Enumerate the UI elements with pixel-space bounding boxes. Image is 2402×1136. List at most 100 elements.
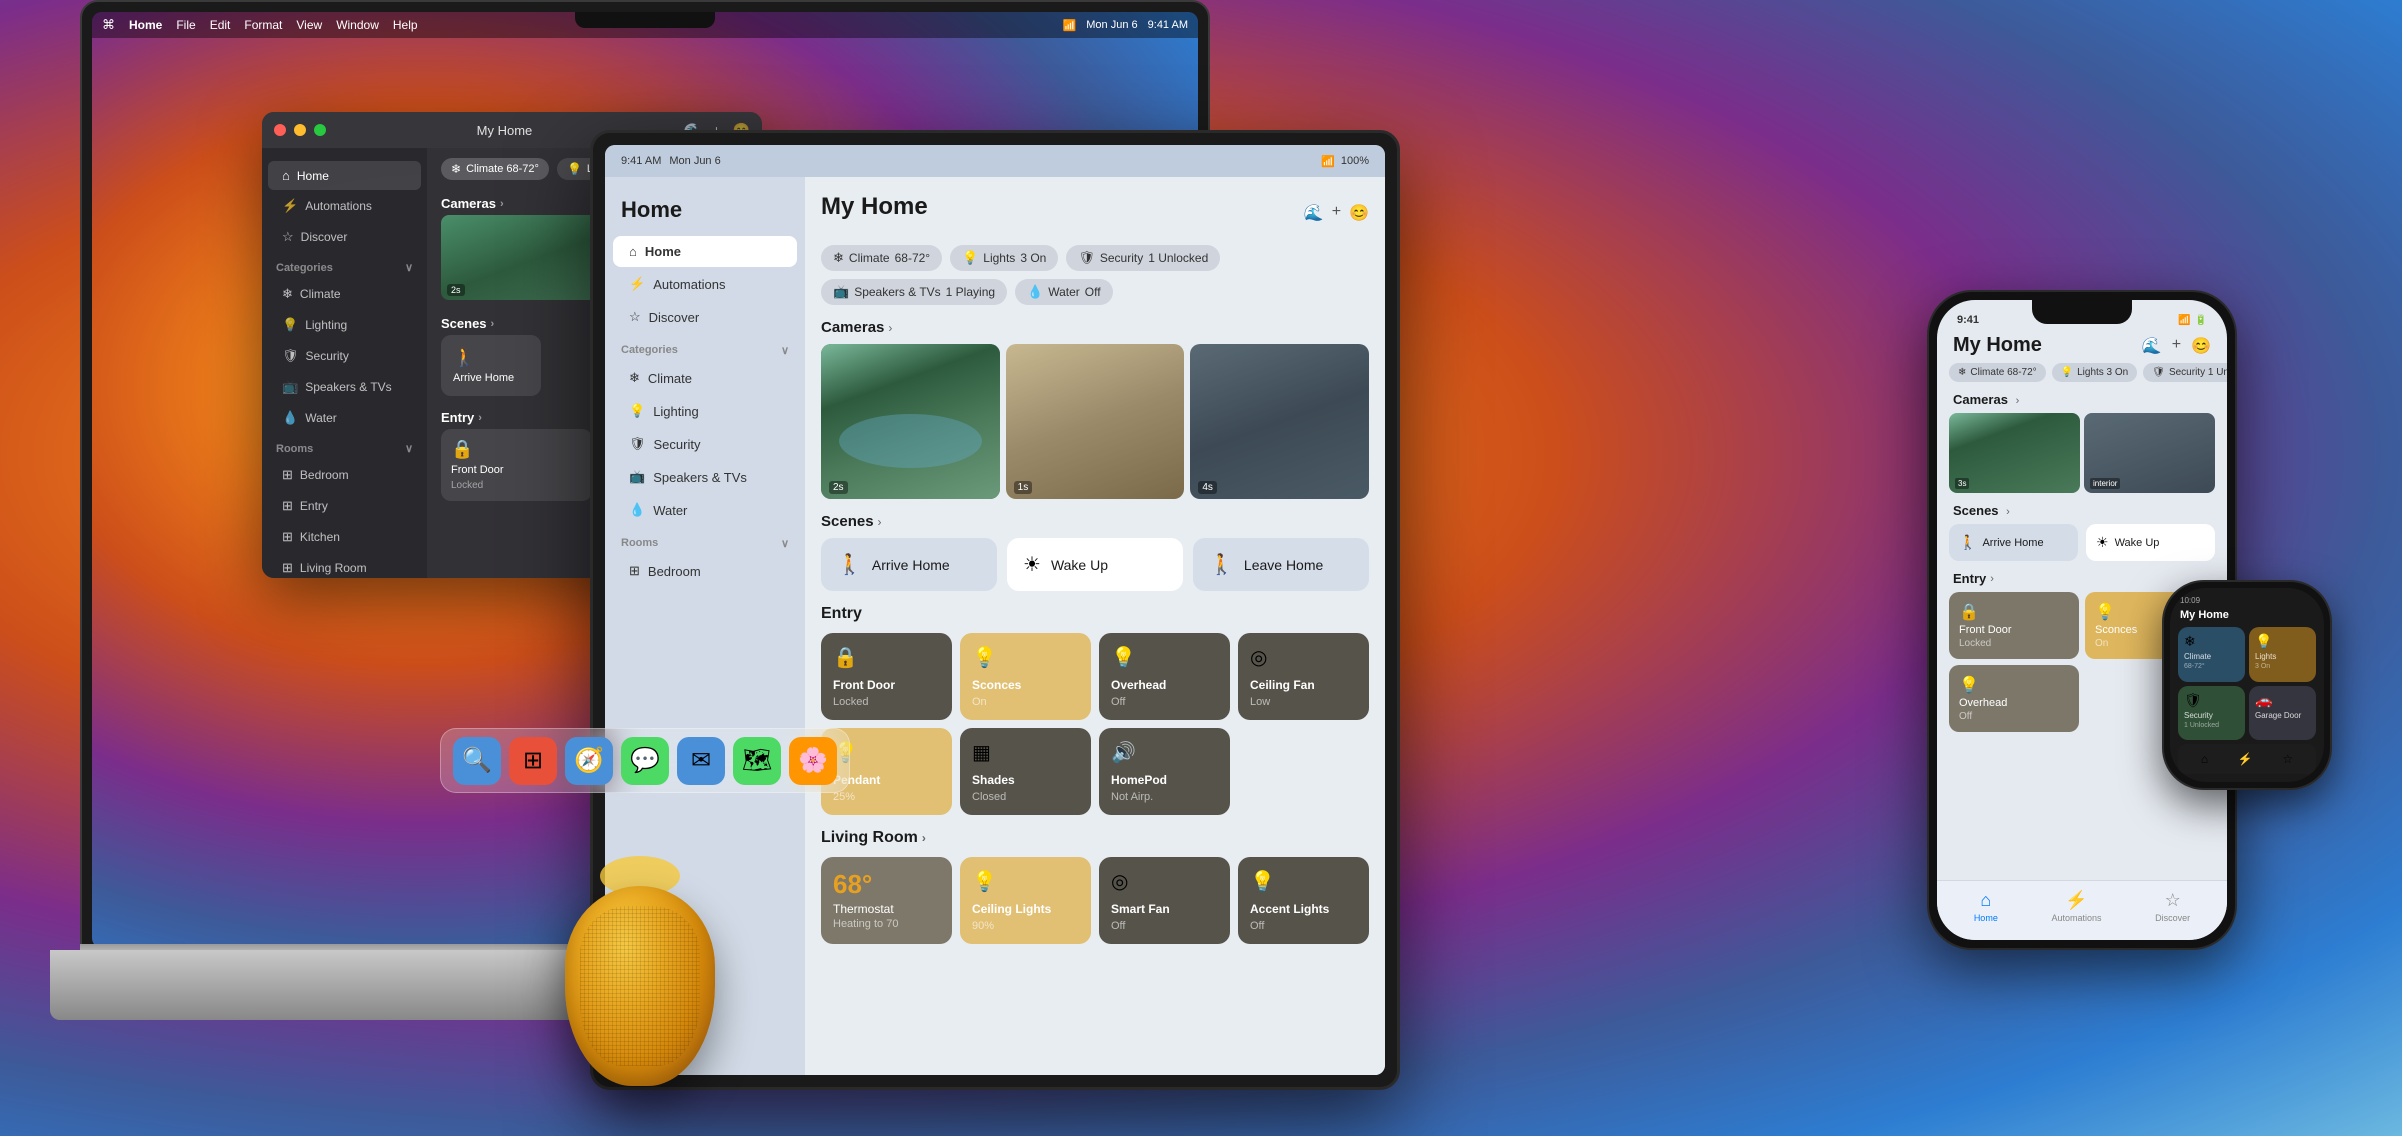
menubar-view[interactable]: View — [296, 18, 322, 32]
watch-lights-tile[interactable]: 💡 Lights 3 On — [2249, 627, 2316, 682]
sidebar-item-security[interactable]: 🛡 Security — [268, 341, 421, 371]
ipad-sidebar-home[interactable]: ⌂ Home — [613, 236, 797, 267]
watch-home-icon[interactable]: ⌂ — [2201, 752, 2208, 766]
arrive-home-scene[interactable]: 🚶 Arrive Home — [441, 335, 541, 396]
dock-maps[interactable]: 🗺 — [733, 737, 781, 785]
ipad-speakers-pill[interactable]: 📺 Speakers & TVs 1 Playing — [821, 279, 1007, 305]
sidebar-item-kitchen[interactable]: ⊞ Kitchen — [268, 522, 421, 552]
iphone-climate-pill[interactable]: ❄ Climate 68-72° — [1949, 363, 2046, 382]
climate-pill[interactable]: ❄ Climate 68-72° — [441, 158, 549, 180]
ipad-shades-card[interactable]: ▦ Shades Closed — [960, 728, 1091, 815]
dock-photos[interactable]: 🌸 — [789, 737, 837, 785]
iphone-camera-2[interactable]: interior — [2084, 413, 2215, 493]
ipad-lights-pill[interactable]: 💡 Lights 3 On — [950, 245, 1058, 271]
iphone-tab-home[interactable]: ⌂ Home — [1974, 890, 1998, 923]
ipad-homepod-card[interactable]: 🔊 HomePod Not Airp. — [1099, 728, 1230, 815]
ipad-sidebar-speakers[interactable]: 📺 Speakers & TVs — [613, 461, 797, 493]
livingroom-icon: ⊞ — [282, 560, 293, 576]
ipad-water-pill[interactable]: 💧 Water Off — [1015, 279, 1113, 305]
iphone-smiley-icon[interactable]: 😊 — [2191, 336, 2211, 356]
sidebar-item-home[interactable]: ⌂ Home — [268, 161, 421, 190]
menubar-format[interactable]: Format — [244, 18, 282, 32]
iphone-wake-up-scene[interactable]: ☀ Wake Up — [2086, 524, 2215, 561]
ipad-security-pill[interactable]: 🛡 Security 1 Unlocked — [1066, 245, 1220, 271]
ipad-sidebar-discover[interactable]: ☆ Discover — [613, 301, 797, 333]
sidebar-item-bedroom[interactable]: ⊞ Bedroom — [268, 460, 421, 490]
ipad-sidebar-bedroom[interactable]: ⊞ Bedroom — [613, 555, 797, 587]
iphone-tab-automations[interactable]: ⚡ Automations — [2051, 890, 2101, 923]
ipad-camera-3[interactable]: 4s — [1190, 344, 1369, 499]
dock-launchpad[interactable]: ⊞ — [509, 737, 557, 785]
ipad-sconces-icon: 💡 — [972, 645, 1079, 670]
watch-time: 10:09 — [2180, 596, 2200, 605]
menubar-help[interactable]: Help — [393, 18, 418, 32]
iphone-camera-1[interactable]: 3s — [1949, 413, 2080, 493]
sidebar-item-discover[interactable]: ☆ Discover — [268, 222, 421, 252]
sidebar-automations-label: Automations — [305, 199, 372, 213]
watch-lights-value: 3 On — [2255, 663, 2310, 670]
iphone-add-icon[interactable]: + — [2172, 336, 2181, 356]
ipad-sidebar-climate[interactable]: ❄ Climate — [613, 362, 797, 394]
menubar-app-name[interactable]: Home — [129, 18, 162, 32]
watch-security-tile[interactable]: 🛡 Security 1 Unlocked — [2178, 686, 2245, 741]
iphone-tab-discover[interactable]: ☆ Discover — [2155, 890, 2190, 923]
ipad-wave-icon[interactable]: 🌊 — [1304, 203, 1324, 223]
menubar-edit[interactable]: Edit — [210, 18, 231, 32]
ipad-smiley-icon[interactable]: 😊 — [1349, 203, 1369, 223]
iphone-arrive-home-scene[interactable]: 🚶 Arrive Home — [1949, 524, 2078, 561]
ipad-climate-pill[interactable]: ❄ Climate 68-72° — [821, 245, 942, 271]
dock-safari[interactable]: 🧭 — [565, 737, 613, 785]
iphone-lights-pill[interactable]: 💡 Lights 3 On — [2052, 363, 2138, 382]
iphone-wave-icon[interactable]: 🌊 — [2142, 336, 2162, 356]
ipad-sidebar-automations[interactable]: ⚡ Automations — [613, 268, 797, 300]
ipad-camera-1[interactable]: 2s — [821, 344, 1000, 499]
dock-mail[interactable]: ✉ — [677, 737, 725, 785]
ipad-camera-2[interactable]: 1s — [1006, 344, 1185, 499]
ipad-ceiling-fan-card[interactable]: ◎ Ceiling Fan Low — [1238, 633, 1369, 720]
sidebar-item-lighting[interactable]: 💡 Lighting — [268, 310, 421, 340]
front-door-card[interactable]: 🔒 Front Door Locked — [441, 429, 592, 501]
iphone-front-door-card[interactable]: 🔒 Front Door Locked — [1949, 592, 2079, 659]
dock-finder[interactable]: 🔍 — [453, 737, 501, 785]
watch-automations-icon[interactable]: ⚡ — [2238, 752, 2253, 766]
ipad-overhead-card[interactable]: 💡 Overhead Off — [1099, 633, 1230, 720]
ipad-add-icon[interactable]: + — [1332, 203, 1341, 223]
menubar-file[interactable]: File — [176, 18, 195, 32]
ipad-front-door-card[interactable]: 🔒 Front Door Locked — [821, 633, 952, 720]
watch-discover-icon[interactable]: ☆ — [2282, 752, 2293, 766]
ipad-thermostat-name: Thermostat — [833, 902, 940, 916]
sidebar-item-entry[interactable]: ⊞ Entry — [268, 491, 421, 521]
watch-climate-tile[interactable]: ❄ Climate 68-72° — [2178, 627, 2245, 682]
iphone-security-pill[interactable]: 🛡 Security 1 Unlocked — [2143, 363, 2227, 382]
window-minimize-button[interactable] — [294, 124, 306, 136]
watch-garage-tile[interactable]: 🚗 Garage Door — [2249, 686, 2316, 741]
sidebar-item-water[interactable]: 💧 Water — [268, 403, 421, 433]
window-maximize-button[interactable] — [314, 124, 326, 136]
apple-menu-icon[interactable]: ⌘ — [102, 17, 115, 33]
ipad-arrive-home-scene[interactable]: 🚶 Arrive Home — [821, 538, 997, 591]
ipad-sconces-card[interactable]: 💡 Sconces On — [960, 633, 1091, 720]
ipad-smart-fan-card[interactable]: ◎ Smart Fan Off — [1099, 857, 1230, 944]
dock-messages[interactable]: 💬 — [621, 737, 669, 785]
sidebar-lighting-label: Lighting — [305, 318, 347, 332]
menubar-window[interactable]: Window — [336, 18, 379, 32]
ipad-wake-up-scene[interactable]: ☀ Wake Up — [1007, 538, 1183, 591]
ipad-sidebar-lighting[interactable]: 💡 Lighting — [613, 395, 797, 427]
window-close-button[interactable] — [274, 124, 286, 136]
ipad-thermostat-card[interactable]: 68° Thermostat Heating to 70 — [821, 857, 952, 944]
iphone-overhead-card[interactable]: 💡 Overhead Off — [1949, 665, 2079, 732]
sidebar-item-speakers[interactable]: 📺 Speakers & TVs — [268, 372, 421, 402]
ipad-ceiling-lights-card[interactable]: 💡 Ceiling Lights 90% — [960, 857, 1091, 944]
ipad-wifi-icon: 📶 — [1321, 155, 1335, 168]
ipad-accent-lights-card[interactable]: 💡 Accent Lights Off — [1238, 857, 1369, 944]
ipad-leave-home-scene[interactable]: 🚶 Leave Home — [1193, 538, 1369, 591]
sidebar-item-climate[interactable]: ❄ Climate — [268, 279, 421, 309]
ipad-overhead-name: Overhead — [1111, 678, 1218, 692]
sidebar-item-livingroom[interactable]: ⊞ Living Room — [268, 553, 421, 578]
iphone-cameras-arrow: › — [2016, 395, 2020, 407]
iphone-tab-discover-icon: ☆ — [2165, 890, 2181, 911]
ipad-climate-pill-sublabel: 68-72° — [895, 251, 931, 265]
ipad-sidebar-security[interactable]: 🛡 Security — [613, 428, 797, 460]
ipad-sidebar-water[interactable]: 💧 Water — [613, 494, 797, 526]
sidebar-item-automations[interactable]: ⚡ Automations — [268, 191, 421, 221]
